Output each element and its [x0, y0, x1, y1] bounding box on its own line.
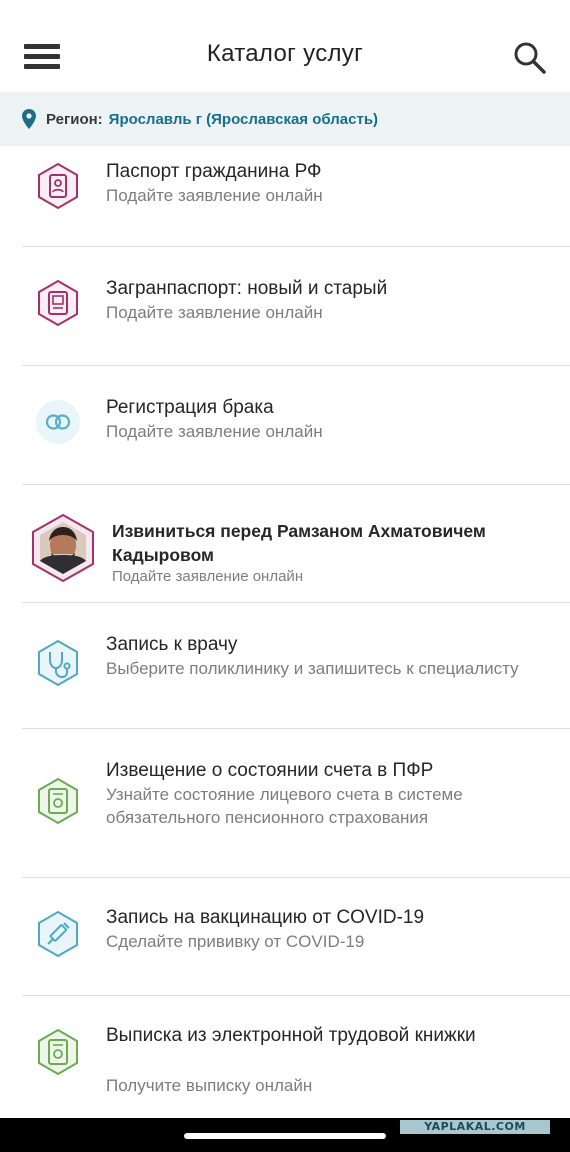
service-item-doctor[interactable]: Запись к врачу Выберите поликлинику и за… — [0, 603, 570, 729]
service-subtitle: Подайте заявление онлайн — [106, 422, 323, 441]
service-title: Запись на вакцинацию от COVID-19 — [106, 907, 425, 928]
portrait-avatar-icon — [32, 513, 94, 583]
region-value[interactable]: Ярославль г (Ярославская область) — [109, 111, 378, 128]
service-subtitle: Выберите поликлинику и запишитесь к спец… — [106, 659, 519, 678]
service-subtitle: Узнайте состояние лицевого счета в систе… — [106, 785, 463, 827]
search-icon[interactable] — [512, 40, 548, 76]
watermark: YAPLAKAL.COM — [400, 1120, 550, 1134]
app-header: Каталог услуг — [0, 0, 570, 90]
service-title: Извиниться перед Рамзаном Ахматовичем Ка… — [112, 521, 486, 565]
pension-document-icon — [38, 777, 78, 825]
wedding-rings-icon — [36, 400, 80, 444]
service-subtitle: Подайте заявление онлайн — [106, 186, 323, 205]
page-title: Каталог услуг — [206, 40, 364, 67]
service-title: Запись к врачу — [106, 634, 238, 655]
service-subtitle: Подайте заявление онлайн — [106, 303, 323, 322]
service-item-passport[interactable]: Паспорт гражданина РФ Подайте заявление … — [0, 146, 570, 247]
service-title: Извещение о состоянии счета в ПФР — [106, 760, 434, 781]
location-pin-icon — [22, 109, 36, 129]
service-title: Загранпаспорт: новый и старый — [106, 278, 388, 299]
service-title: Выписка из электронной трудовой книжки — [106, 1025, 476, 1046]
region-label: Регион: — [46, 110, 103, 128]
service-item-apology[interactable]: Извиниться перед Рамзаном Ахматовичем Ка… — [0, 485, 570, 603]
service-subtitle: Получите выписку онлайн — [106, 1076, 313, 1095]
service-subtitle: Подайте заявление онлайн — [112, 568, 304, 585]
service-item-marriage[interactable]: Регистрация брака Подайте заявление онла… — [0, 366, 570, 485]
service-title: Регистрация брака — [106, 397, 274, 418]
service-title: Паспорт гражданина РФ — [106, 161, 322, 182]
home-indicator-bar: YAPLAKAL.COM — [0, 1118, 570, 1152]
service-subtitle: Сделайте прививку от COVID-19 — [106, 932, 365, 951]
syringe-icon — [38, 910, 78, 958]
region-selector[interactable]: Регион: Ярославль г (Ярославская область… — [0, 92, 570, 146]
passport-icon — [38, 162, 78, 210]
work-book-icon — [38, 1028, 78, 1076]
service-item-covid-vaccine[interactable]: Запись на вакцинацию от COVID-19 Сделайт… — [0, 878, 570, 996]
foreign-passport-icon — [38, 279, 78, 327]
service-item-pension[interactable]: Извещение о состоянии счета в ПФР Узнайт… — [0, 729, 570, 878]
home-indicator[interactable] — [184, 1133, 386, 1139]
service-item-work-book[interactable]: Выписка из электронной трудовой книжки П… — [0, 996, 570, 1118]
stethoscope-icon — [38, 639, 78, 687]
service-item-foreign-passport[interactable]: Загранпаспорт: новый и старый Подайте за… — [0, 247, 570, 366]
